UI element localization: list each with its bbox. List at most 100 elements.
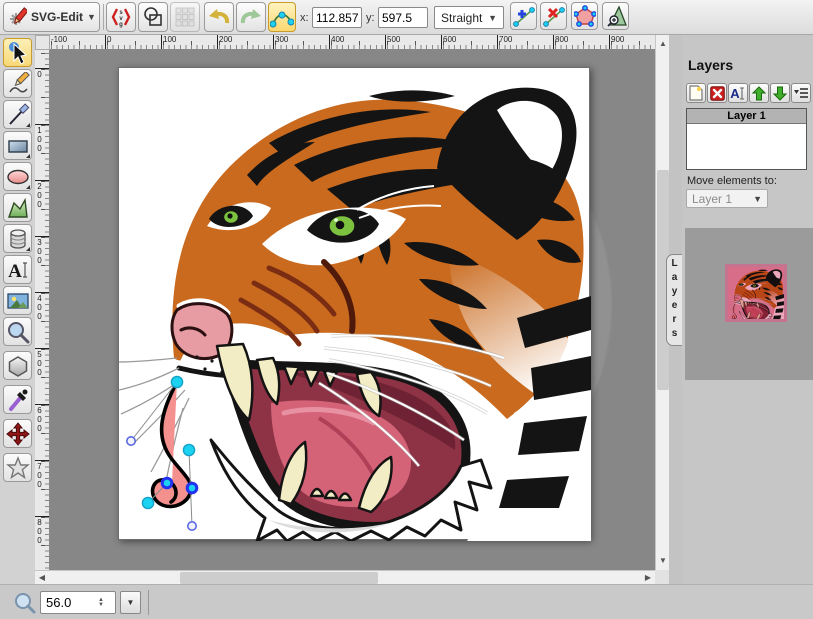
convert-shape-button[interactable] <box>602 2 629 30</box>
tool-pan[interactable] <box>3 419 32 448</box>
top-toolbar: SVG-Edit ▼ s v g <box>0 0 813 35</box>
layers-panel-title: Layers <box>688 57 733 73</box>
path-node <box>171 376 182 387</box>
delete-layer-button[interactable] <box>707 83 727 103</box>
spin-down-icon[interactable]: ▼ <box>98 603 104 608</box>
zoom-level-field: ▲ ▼ <box>40 591 116 614</box>
source-code-button[interactable]: s v g <box>106 2 136 32</box>
ruler-label: 0 <box>35 68 50 79</box>
tool-rectangle[interactable] <box>3 131 32 160</box>
drawing-canvas[interactable] <box>118 67 590 540</box>
ruler-label: 600 <box>35 404 50 433</box>
path-node-selected <box>187 483 197 493</box>
ruler-label: 100 <box>35 124 50 153</box>
main-menu-button[interactable]: SVG-Edit ▼ <box>3 2 100 32</box>
ruler-vertical: 0100200300400500600700800900 <box>35 50 50 570</box>
wireframe-button[interactable] <box>138 2 168 32</box>
zoom-spinner[interactable]: ▲ ▼ <box>93 598 109 608</box>
cone-magnifier-icon <box>605 5 627 27</box>
grid-button[interactable] <box>170 2 200 32</box>
new-layer-icon <box>689 85 703 101</box>
grid-icon <box>175 7 195 27</box>
segment-caret-icon: ▼ <box>488 13 497 23</box>
tool-ellipse[interactable] <box>3 162 32 191</box>
tiger-artwork <box>119 68 591 541</box>
flyout-arrow-icon <box>26 123 30 127</box>
segment-type-select[interactable]: Straight ▼ <box>434 6 504 29</box>
ruler-label: 0 <box>105 35 111 50</box>
wireframe-icon <box>142 6 164 28</box>
ruler-label: 600 <box>441 35 456 50</box>
scroll-down-icon[interactable]: ▼ <box>656 554 670 568</box>
path-shape-icon <box>6 196 30 220</box>
layers-tab-label: Layers <box>669 258 680 342</box>
delete-node-button[interactable] <box>540 2 567 30</box>
tool-eyedropper[interactable] <box>3 385 32 414</box>
source-code-icon: s v g <box>110 6 132 28</box>
tool-text[interactable]: A <box>3 255 32 284</box>
layer-thumbnail[interactable] <box>725 264 787 322</box>
ruler-label: 400 <box>35 292 50 321</box>
move-layer-down-button[interactable] <box>770 83 790 103</box>
eyedropper-icon <box>6 388 30 412</box>
horizontal-scrollbar[interactable]: ◀ ▶ <box>35 570 655 584</box>
path-node-icon <box>270 5 294 29</box>
ruler-horizontal: -1000100200300400500600700800900100 <box>50 35 660 50</box>
redo-button[interactable] <box>236 2 266 32</box>
path-node-tool-button[interactable] <box>268 2 296 32</box>
close-path-button[interactable] <box>571 2 598 30</box>
y-coord-label: y: <box>366 12 375 24</box>
tools-sidebar: A <box>0 35 35 584</box>
add-node-button[interactable] <box>510 2 537 30</box>
tool-select[interactable] <box>3 38 32 67</box>
y-coord-input[interactable] <box>378 7 428 28</box>
layer-menu-button[interactable] <box>791 83 811 103</box>
ruler-label: 900 <box>609 35 624 50</box>
layers-panel-toggle[interactable]: Layers <box>666 254 682 346</box>
ruler-label: 100 <box>161 35 176 50</box>
scroll-left-icon[interactable]: ◀ <box>35 571 49 585</box>
tool-star[interactable] <box>3 453 32 482</box>
undo-button[interactable] <box>204 2 234 32</box>
tool-polygon[interactable] <box>3 351 32 380</box>
scroll-up-icon[interactable]: ▲ <box>656 37 670 51</box>
bottom-bar-separator <box>148 590 149 615</box>
ruler-label: 800 <box>553 35 568 50</box>
path-node-selected <box>162 478 172 488</box>
layer-row-selected[interactable]: Layer 1 <box>687 109 806 124</box>
scroll-right-icon[interactable]: ▶ <box>641 571 655 585</box>
control-handle <box>127 437 135 445</box>
ruler-label: 700 <box>35 460 50 489</box>
zoom-presets-caret-icon: ▼ <box>127 598 135 607</box>
move-target-select[interactable]: Layer 1 ▼ <box>686 189 768 208</box>
flyout-arrow-icon <box>26 154 30 158</box>
ruler-label: 500 <box>385 35 400 50</box>
segment-type-value: Straight <box>441 11 482 25</box>
tool-shape-library[interactable] <box>3 224 32 253</box>
move-layer-up-button[interactable] <box>749 83 769 103</box>
redo-icon <box>239 6 263 28</box>
x-coord-input[interactable] <box>312 7 362 28</box>
edited-path-shape <box>153 382 192 506</box>
tool-path[interactable] <box>3 193 32 222</box>
ruler-corner <box>35 35 50 50</box>
zoom-level-input[interactable] <box>41 595 93 610</box>
horizontal-scroll-thumb[interactable] <box>180 572 378 584</box>
path-node <box>142 497 153 508</box>
rename-layer-button[interactable]: A <box>728 83 748 103</box>
new-layer-button[interactable] <box>686 83 706 103</box>
move-elements-label: Move elements to: <box>687 175 777 187</box>
tool-line[interactable] <box>3 100 32 129</box>
tool-zoom[interactable] <box>3 317 32 346</box>
layer-list[interactable]: Layer 1 <box>686 108 807 170</box>
x-coord-label: x: <box>300 12 309 24</box>
tool-pencil[interactable] <box>3 69 32 98</box>
tool-image[interactable] <box>3 286 32 315</box>
hexagon-icon <box>6 354 30 378</box>
zoom-presets-button[interactable]: ▼ <box>120 591 141 614</box>
select-arrow-icon <box>6 41 30 65</box>
workspace[interactable] <box>50 50 655 570</box>
delete-node-icon <box>543 5 565 27</box>
undo-icon <box>207 6 231 28</box>
logo-label: SVG-Edit <box>31 10 83 24</box>
